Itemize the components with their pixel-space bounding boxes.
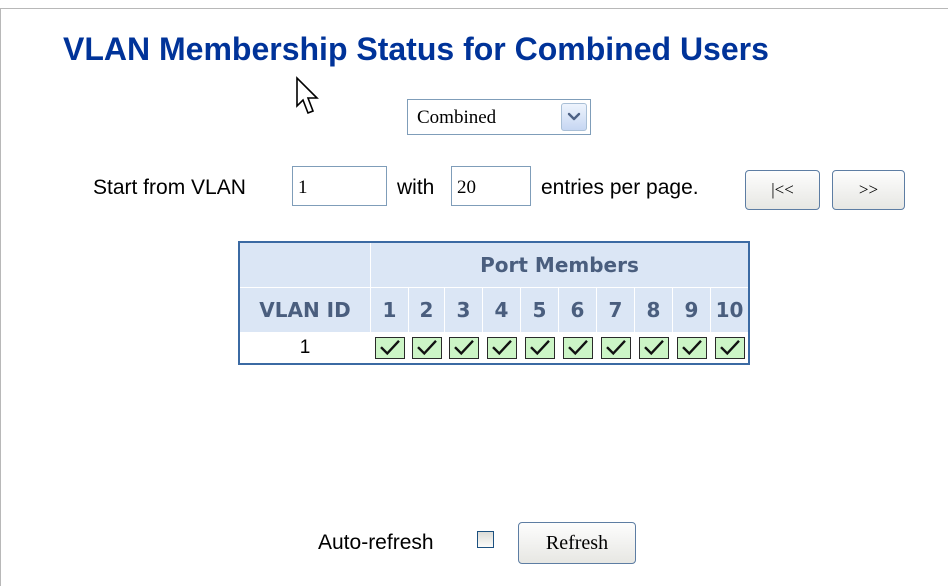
checkmark-icon — [486, 337, 517, 359]
port-number-header: 3 — [444, 287, 483, 333]
refresh-button[interactable]: Refresh — [518, 522, 636, 564]
user-select[interactable]: Combined — [407, 99, 591, 135]
checkmark-icon — [448, 337, 479, 359]
port-number-header: 7 — [596, 287, 635, 333]
checkmark-icon — [638, 337, 669, 359]
checkmark-icon — [524, 337, 555, 359]
auto-refresh-checkbox[interactable] — [477, 531, 494, 548]
port-members-header: Port Members — [370, 241, 750, 288]
with-label: with — [397, 176, 435, 199]
start-vlan-input[interactable] — [292, 166, 387, 206]
port-member-cell — [482, 332, 521, 365]
port-number-header: 1 — [370, 287, 409, 333]
entries-per-page-input[interactable] — [451, 166, 531, 206]
checkmark-icon — [562, 337, 593, 359]
checkmark-icon — [411, 337, 442, 359]
chevron-down-icon — [567, 112, 581, 121]
first-page-button[interactable]: |<< — [745, 170, 820, 210]
port-member-cell — [370, 332, 409, 365]
port-member-cell — [558, 332, 597, 365]
port-number-header: 9 — [672, 287, 711, 333]
port-member-cell — [596, 332, 635, 365]
port-member-cell — [444, 332, 483, 365]
vlan-membership-table: Port Members VLAN ID 1 2 3 4 5 6 7 8 9 10 1 — [238, 241, 750, 365]
port-number-header: 10 — [710, 287, 750, 333]
port-number-header: 8 — [634, 287, 673, 333]
select-dropdown-button[interactable] — [561, 103, 587, 131]
port-member-cell — [520, 332, 559, 365]
checkmark-icon — [676, 337, 707, 359]
checkmark-icon — [600, 337, 631, 359]
port-member-cell — [672, 332, 711, 365]
port-number-header: 4 — [482, 287, 521, 333]
page-title: VLAN Membership Status for Combined User… — [63, 31, 769, 67]
port-member-cell — [634, 332, 673, 365]
port-member-cell — [408, 332, 445, 365]
table-row: 1 — [238, 332, 750, 365]
auto-refresh-label: Auto-refresh — [318, 531, 434, 554]
user-select-value: Combined — [417, 107, 497, 128]
vlan-id-cell: 1 — [238, 332, 371, 365]
checkmark-icon — [714, 337, 745, 359]
entries-per-page-label: entries per page. — [541, 176, 699, 199]
port-number-header: 5 — [520, 287, 559, 333]
port-member-cell — [710, 332, 750, 365]
port-number-header: 2 — [408, 287, 445, 333]
mouse-pointer-icon — [296, 76, 319, 115]
port-number-header: 6 — [558, 287, 597, 333]
table-header-blank — [238, 241, 371, 288]
start-vlan-label: Start from VLAN — [93, 176, 246, 199]
vlan-id-header: VLAN ID — [238, 287, 371, 333]
next-page-button[interactable]: >> — [832, 170, 905, 210]
checkmark-icon — [374, 337, 405, 359]
